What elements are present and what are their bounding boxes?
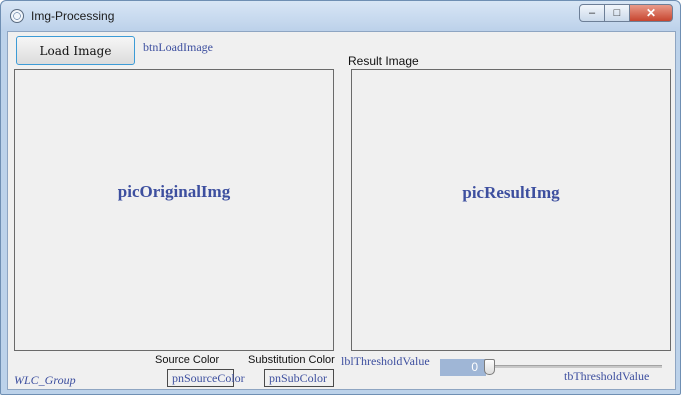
minimize-icon: – xyxy=(588,7,596,19)
threshold-label-name: lblThresholdValue xyxy=(341,354,430,368)
threshold-slider-thumb[interactable] xyxy=(484,359,495,375)
close-icon: ✕ xyxy=(645,6,657,20)
load-image-button[interactable]: Load Image xyxy=(16,36,135,65)
threshold-slider-track[interactable] xyxy=(486,365,662,368)
maximize-button[interactable]: □ xyxy=(604,4,630,22)
result-panel-name: picResultImg xyxy=(462,183,560,202)
close-button[interactable]: ✕ xyxy=(629,4,673,22)
original-panel-name: picOriginalImg xyxy=(117,182,231,201)
result-image-caption: Result Image xyxy=(348,54,419,68)
group-name-label: WLC_Group xyxy=(14,373,76,387)
load-button-name-label: btnLoadImage xyxy=(143,40,213,54)
threshold-trackbar-name: tbThresholdValue xyxy=(564,369,650,383)
threshold-value: 0 xyxy=(440,359,486,376)
maximize-icon: □ xyxy=(613,7,621,19)
source-color-label: Source Color xyxy=(155,354,220,366)
minimize-button[interactable]: – xyxy=(579,4,605,22)
app-window: Img-Processing – □ ✕ Load Image btnLoadI… xyxy=(0,0,681,395)
window-title: Img-Processing xyxy=(31,9,115,23)
substitution-color-box[interactable]: pnSubColor xyxy=(264,369,334,387)
title-bar[interactable]: Img-Processing – □ ✕ xyxy=(1,1,680,31)
substitution-color-label: Substitution Color xyxy=(248,354,335,366)
original-image-panel[interactable]: picOriginalImg xyxy=(14,69,334,351)
app-icon xyxy=(10,9,24,23)
result-image-panel[interactable]: picResultImg xyxy=(351,69,671,351)
client-area: Load Image btnLoadImage picOriginalImg R… xyxy=(7,31,676,390)
source-color-box[interactable]: pnSourceColor xyxy=(167,369,245,387)
